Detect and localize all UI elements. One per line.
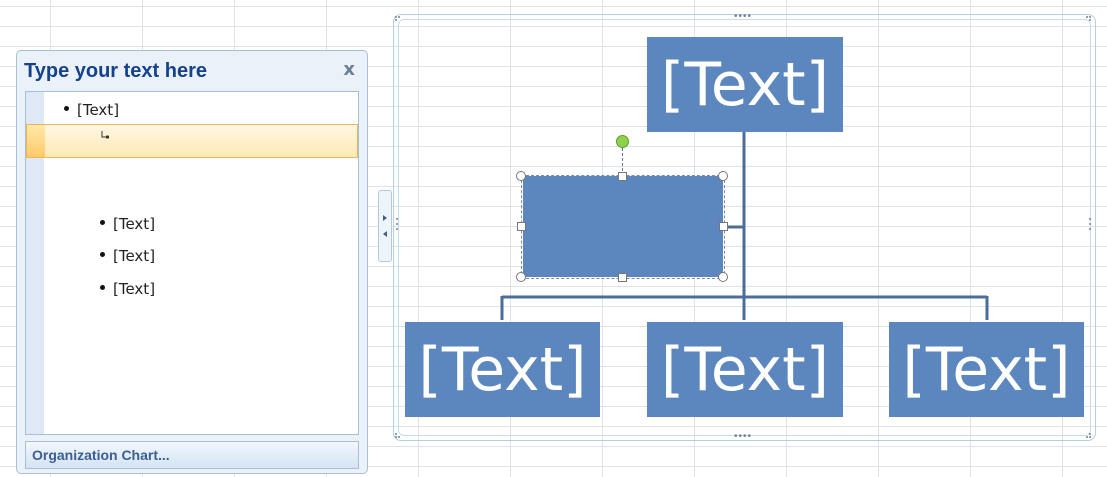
- resize-handle-top[interactable]: [618, 172, 627, 181]
- resize-handle-bottom-left[interactable]: [516, 272, 526, 282]
- resize-handle-top-left[interactable]: [516, 171, 526, 181]
- resize-handle-bottom[interactable]: [618, 273, 627, 282]
- rotation-handle[interactable]: [616, 135, 629, 148]
- node-text: [Text]: [418, 334, 587, 405]
- resize-handle-bottom-right[interactable]: [718, 272, 728, 282]
- org-chart-top-node[interactable]: [Text]: [647, 37, 843, 132]
- node-text: [Text]: [902, 334, 1071, 405]
- node-text: [Text]: [660, 334, 830, 405]
- org-chart-child-node-3[interactable]: [Text]: [889, 322, 1084, 417]
- org-chart-child-node-2[interactable]: [Text]: [647, 322, 843, 417]
- resize-handle-top-right[interactable]: [718, 171, 728, 181]
- resize-handle-right[interactable]: [719, 222, 728, 231]
- node-text: [Text]: [660, 49, 830, 120]
- org-chart-child-node-1[interactable]: [Text]: [405, 322, 600, 417]
- org-chart-assistant-node[interactable]: [523, 176, 723, 277]
- resize-handle-left[interactable]: [517, 222, 526, 231]
